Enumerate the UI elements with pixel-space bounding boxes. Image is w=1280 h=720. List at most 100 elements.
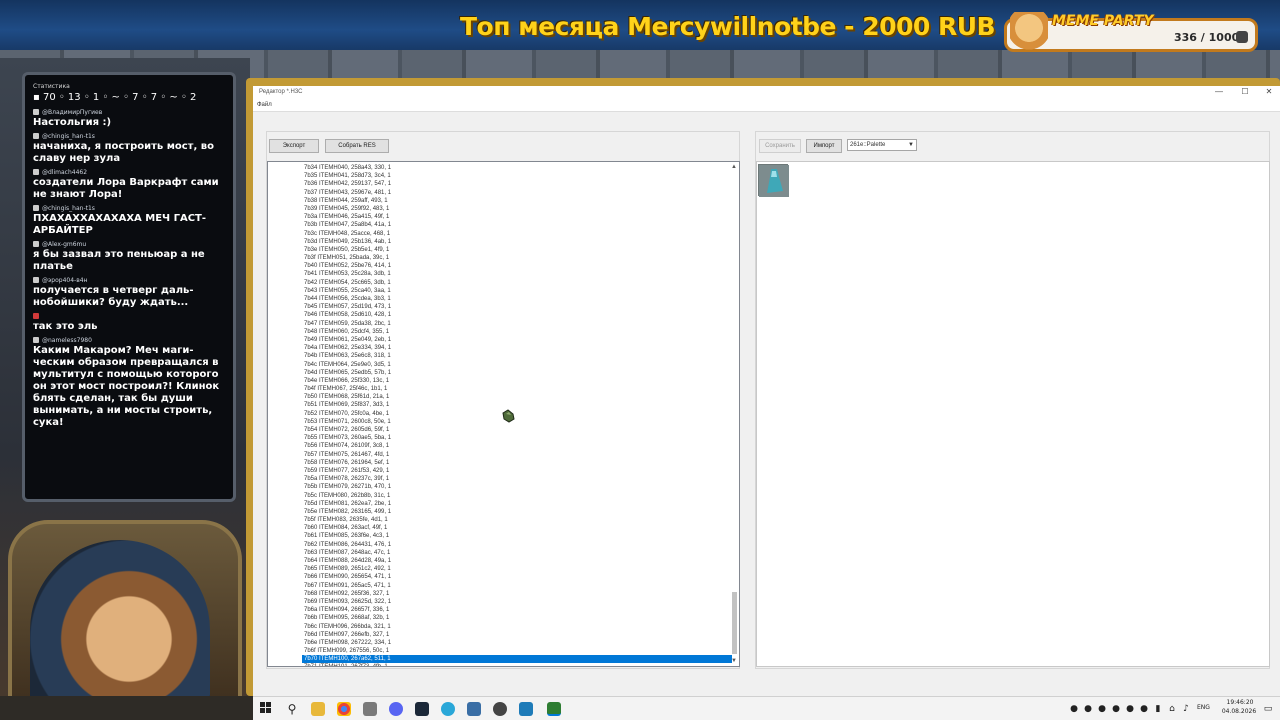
tree-row[interactable]: 7b47 ITEMH059, 25da38, 2bc, 1	[302, 320, 732, 328]
tree-row[interactable]: 7b4e ITEMH066, 25f330, 13c, 1	[302, 377, 732, 385]
app2-icon[interactable]	[493, 702, 507, 716]
tree-row[interactable]: 7b5e ITEMH082, 263165, 499, 1	[302, 508, 732, 516]
tree-row[interactable]: 7b6d ITEMH097, 266efb, 327, 1	[302, 631, 732, 639]
tray-app-icon[interactable]: ●	[1109, 702, 1123, 716]
steam-icon[interactable]	[415, 702, 429, 716]
tree-row[interactable]: 7b67 ITEMH091, 265ac5, 471, 1	[302, 582, 732, 590]
tree-row[interactable]: 7b3a ITEMH046, 25a415, 49f, 1	[302, 213, 732, 221]
notifications-icon[interactable]: ▭	[1261, 702, 1275, 716]
tree-row[interactable]: 7b6c ITEMH096, 266bda, 321, 1	[302, 623, 732, 631]
tree-row[interactable]: 7b5b ITEMH079, 26271b, 470, 1	[302, 483, 732, 491]
tree-row[interactable]: 7b55 ITEMH073, 260ae5, 5ba, 1	[302, 434, 732, 442]
tree-row[interactable]: 7b51 ITEMH069, 25f837, 3d3, 1	[302, 401, 732, 409]
search-icon[interactable]: ⚲	[285, 702, 299, 716]
tree-row[interactable]: 7b65 ITEMH089, 2651c2, 492, 1	[302, 565, 732, 573]
tree-row[interactable]: 7b5a ITEMH078, 26237c, 39f, 1	[302, 475, 732, 483]
tree-row[interactable]: 7b37 ITEMH043, 25967e, 481, 1	[302, 189, 732, 197]
palette-select[interactable]: 261e::Palette ▼	[847, 139, 917, 151]
minimize-button[interactable]: —	[1207, 86, 1231, 100]
save-button[interactable]: Сохранить	[759, 139, 801, 153]
tree-row[interactable]: 7b69 ITEMH093, 26625d, 322, 1	[302, 598, 732, 606]
tree-row[interactable]: 7b53 ITEMH071, 2600c8, 50e, 1	[302, 418, 732, 426]
tree-row[interactable]: 7b63 ITEMH087, 2648ac, 47c, 1	[302, 549, 732, 557]
tree-row[interactable]: 7b3b ITEMH047, 25a8b4, 41a, 1	[302, 221, 732, 229]
tree-row[interactable]: 7b48 ITEMH060, 25dcf4, 355, 1	[302, 328, 732, 336]
tree-row[interactable]: 7b6e ITEMH098, 267222, 334, 1	[302, 639, 732, 647]
tree-row[interactable]: 7b42 ITEMH054, 25c665, 3db, 1	[302, 279, 732, 287]
tree-row[interactable]: 7b71 ITEMH101, 267f73, 4fb, 1	[302, 663, 732, 666]
tree-row[interactable]: 7b34 ITEMH040, 258a43, 330, 1	[302, 164, 732, 172]
vim-icon[interactable]	[519, 702, 533, 716]
tree-row[interactable]: 7b3d ITEMH049, 25b136, 4ab, 1	[302, 238, 732, 246]
tree-row[interactable]: 7b36 ITEMH042, 259137, 547, 1	[302, 180, 732, 188]
import-button[interactable]: Импорт	[806, 139, 842, 153]
editor-app-icon[interactable]	[547, 702, 561, 716]
tree-row[interactable]: 7b58 ITEMH076, 261964, 5ef, 1	[302, 459, 732, 467]
maximize-button[interactable]: ☐	[1233, 86, 1257, 100]
tree-row[interactable]: 7b41 ITEMH053, 25c28a, 3db, 1	[302, 270, 732, 278]
tree-row[interactable]: 7b68 ITEMH092, 265f36, 327, 1	[302, 590, 732, 598]
tray-app-icon[interactable]: ●	[1123, 702, 1137, 716]
tree-row[interactable]: 7b5c ITEMH080, 262b8b, 31c, 1	[302, 492, 732, 500]
microphone-icon[interactable]: ▮	[1151, 702, 1165, 716]
tree-row[interactable]: 7b6a ITEMH094, 26657f, 336, 1	[302, 606, 732, 614]
tree-row[interactable]: 7b35 ITEMH041, 258d73, 3c4, 1	[302, 172, 732, 180]
tree-row[interactable]: 7b4a ITEMH062, 25e334, 394, 1	[302, 344, 732, 352]
discord-icon[interactable]	[389, 702, 403, 716]
menu-bar: Файл	[253, 100, 1280, 112]
tree-row[interactable]: 7b52 ITEMH070, 25fc0a, 4be, 1	[302, 410, 732, 418]
tree-row[interactable]: 7b4c ITEMH064, 25e9e0, 3d5, 1	[302, 361, 732, 369]
tree-row[interactable]: 7b66 ITEMH090, 265654, 471, 1	[302, 573, 732, 581]
clock-time[interactable]: 19:46:20	[1223, 699, 1257, 706]
scrollbar-thumb[interactable]	[732, 592, 737, 654]
tree-row[interactable]: 7b4d ITEMH065, 25edb5, 57b, 1	[302, 369, 732, 377]
tree-row[interactable]: 7b3c ITEMH048, 25acce, 468, 1	[302, 230, 732, 238]
tree-row[interactable]: 7b40 ITEMH052, 25be76, 414, 1	[302, 262, 732, 270]
language-indicator[interactable]: ENG	[1197, 704, 1210, 711]
tree-row[interactable]: 7b6b ITEMH095, 2668af, 32b, 1	[302, 614, 732, 622]
obs-icon[interactable]	[467, 702, 481, 716]
tree-row[interactable]: 7b59 ITEMH077, 261f53, 429, 1	[302, 467, 732, 475]
tree-row[interactable]: 7b56 ITEMH074, 26109f, 3c8, 1	[302, 442, 732, 450]
chrome-icon[interactable]	[337, 702, 351, 716]
tree-row[interactable]: 7b54 ITEMH072, 2605d6, 59f, 1	[302, 426, 732, 434]
tree-row[interactable]: 7b45 ITEMH057, 25d19d, 473, 1	[302, 303, 732, 311]
file-explorer-icon[interactable]	[311, 702, 325, 716]
clock-date[interactable]: 04.08.2026	[1219, 708, 1259, 715]
tree-row[interactable]: 7b49 ITEMH061, 25e049, 2eb, 1	[302, 336, 732, 344]
tree-row[interactable]: 7b61 ITEMH085, 263f6e, 4c3, 1	[302, 532, 732, 540]
menu-file[interactable]: Файл	[257, 102, 272, 108]
tray-app-icon[interactable]: ●	[1137, 702, 1151, 716]
tree-row[interactable]: 7b60 ITEMH084, 263acf, 49f, 1	[302, 524, 732, 532]
collect-res-button[interactable]: Собрать RES	[325, 139, 389, 153]
tree-row[interactable]: 7b46 ITEMH058, 25d610, 428, 1	[302, 311, 732, 319]
tree-row[interactable]: 7b3f ITEMH051, 25bada, 39c, 1	[302, 254, 732, 262]
tray-app-icon[interactable]: ●	[1081, 702, 1095, 716]
tree-row[interactable]: 7b5d ITEMH081, 262ea7, 2be, 1	[302, 500, 732, 508]
tree-row[interactable]: 7b62 ITEMH086, 264431, 476, 1	[302, 541, 732, 549]
tree-row[interactable]: 7b3e ITEMH050, 25b5e1, 4f9, 1	[302, 246, 732, 254]
tray-app-icon[interactable]: ●	[1095, 702, 1109, 716]
network-icon[interactable]: ⌂	[1165, 702, 1179, 716]
tree-row[interactable]: 7b4b ITEMH063, 25e6c8, 318, 1	[302, 352, 732, 360]
app-icon[interactable]	[363, 702, 377, 716]
tree-row[interactable]: 7b43 ITEMH055, 25ca40, 3aa, 1	[302, 287, 732, 295]
tree-row[interactable]: 7b64 ITEMH088, 264d28, 49a, 1	[302, 557, 732, 565]
tree-row[interactable]: 7b39 ITEMH045, 259f92, 483, 1	[302, 205, 732, 213]
tree-row[interactable]: 7b44 ITEMH056, 25cdea, 3b3, 1	[302, 295, 732, 303]
tree-row[interactable]: 7b70 ITEMH100, 267a62, 511, 1	[302, 655, 732, 664]
tray-app-icon[interactable]: ●	[1067, 702, 1081, 716]
tree-row[interactable]: 7b4f ITEMH067, 25f46c, 1b1, 1	[302, 385, 732, 393]
scroll-up-icon[interactable]: ▲	[731, 164, 737, 170]
tree-row[interactable]: 7b6f ITEMH099, 267556, 50c, 1	[302, 647, 732, 655]
windows-start-icon[interactable]	[259, 702, 273, 716]
volume-icon[interactable]: ♪	[1179, 702, 1193, 716]
tree-row[interactable]: 7b38 ITEMH044, 259aff, 493, 1	[302, 197, 732, 205]
tree-row[interactable]: 7b5f ITEMH083, 2635fe, 4d1, 1	[302, 516, 732, 524]
scroll-down-icon[interactable]: ▼	[731, 658, 737, 664]
browser-icon[interactable]	[441, 702, 455, 716]
tree-row[interactable]: 7b50 ITEMH068, 25f61d, 21a, 1	[302, 393, 732, 401]
export-button[interactable]: Экспорт	[269, 139, 319, 153]
close-button[interactable]: ✕	[1257, 86, 1280, 100]
tree-row[interactable]: 7b57 ITEMH075, 261467, 4fd, 1	[302, 451, 732, 459]
